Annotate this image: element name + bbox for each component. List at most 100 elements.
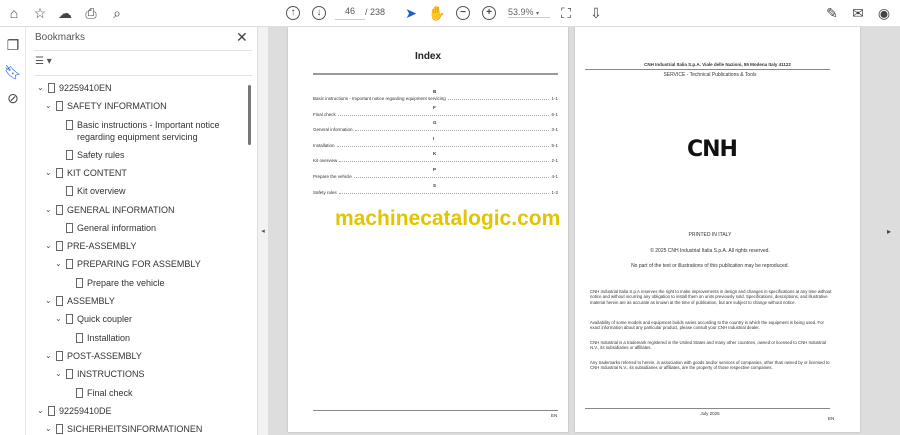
previous-page-button[interactable]: ↑ <box>283 4 303 22</box>
zoom-value: 53.9% <box>508 7 534 17</box>
cover-date: July 2025 <box>700 411 720 416</box>
index-letter: F <box>433 104 436 110</box>
cover-page: CNH Industrial Italia S.p.A. Viale delle… <box>575 27 860 432</box>
attachment-icon[interactable]: ⊘ <box>3 89 23 107</box>
header-rule <box>585 69 830 70</box>
zoom-select[interactable]: 53.9% ▾ <box>508 7 550 18</box>
fit-page-icon[interactable]: ⛶ <box>556 4 576 22</box>
next-page-button[interactable]: ↓ <box>309 4 329 22</box>
bookmark-icon <box>66 119 73 130</box>
footer-rule <box>313 410 558 411</box>
entry-text: Basic instructions - Important notice re… <box>313 96 446 101</box>
bookmark-label: SICHERHEITSINFORMATIONEN <box>67 424 203 435</box>
index-entry[interactable]: Installation 5-1 <box>313 143 558 148</box>
upload-cloud-icon[interactable]: ☁ <box>55 4 75 22</box>
index-entry[interactable]: Safety rules 1-2 <box>313 190 558 195</box>
search-icon[interactable]: ⌕ <box>107 4 127 22</box>
index-letter: P <box>433 167 437 172</box>
bookmark-icon <box>66 222 73 233</box>
bookmark-icon <box>56 204 63 215</box>
toolbar: ⌂ ☆ ☁ ⎙ ⌕ ↑ ↓ 46 / 238 ➤ ✋ − + 53.9% ▾ ⛶… <box>0 0 900 27</box>
entry-page: 4-1 <box>551 174 558 179</box>
chevron-down-icon[interactable]: ⌄ <box>45 100 52 112</box>
bookmark-icon <box>56 424 63 435</box>
bookmark-label: GENERAL INFORMATION <box>67 204 175 215</box>
leader-dots <box>338 190 550 194</box>
side-rail: ❐ 🔖︎ ⊘ <box>0 27 26 435</box>
entry-text: Installation <box>313 142 335 148</box>
cover-header: CNH Industrial Italia S.p.A. Viale delle… <box>644 62 791 67</box>
index-entry[interactable]: Kit overview 2-1 <box>313 158 558 163</box>
bookmark-options-button[interactable]: ☰ ▾ <box>35 56 52 67</box>
bookmark-label: INSTRUCTIONS <box>77 369 145 380</box>
chevron-down-icon[interactable]: ⌄ <box>45 423 52 435</box>
bookmark-icon <box>66 259 73 270</box>
divider <box>34 50 252 51</box>
bookmark-icon <box>66 369 73 380</box>
page-number-input[interactable]: 46 <box>335 6 365 20</box>
panel-title: Bookmarks <box>35 32 86 43</box>
home-icon[interactable]: ⌂ <box>4 4 24 22</box>
chevron-down-icon[interactable]: ⌄ <box>45 167 52 179</box>
zoom-in-button[interactable]: + <box>479 4 499 22</box>
mail-icon[interactable]: ✉ <box>848 4 868 22</box>
bookmark-label: ASSEMBLY <box>67 296 115 306</box>
index-letter: B <box>433 89 437 94</box>
select-cursor-icon[interactable]: ➤ <box>401 4 421 22</box>
account-icon[interactable]: ◉ <box>874 4 894 22</box>
bookmarks-icon[interactable]: 🔖︎ <box>3 63 23 81</box>
entry-page: 1-1 <box>551 96 558 101</box>
hand-tool-icon[interactable]: ✋ <box>427 4 447 22</box>
chevron-down-icon[interactable]: ⌄ <box>45 204 52 216</box>
plus-icon: + <box>482 6 496 20</box>
bookmark-icon <box>56 101 63 112</box>
chevron-down-icon[interactable]: ⌄ <box>55 258 62 270</box>
chevron-down-icon[interactable]: ⌄ <box>55 313 62 325</box>
document-area: Index B Basic instructions - Important no… <box>268 27 900 435</box>
entry-page: 5-1 <box>551 142 558 148</box>
cnh-logo: CNH <box>687 137 738 162</box>
entry-text: General information <box>313 127 353 133</box>
chevron-down-icon[interactable]: ⌄ <box>37 82 44 94</box>
bookmark-label: PRE-ASSEMBLY <box>67 241 137 252</box>
bookmark-icon <box>66 186 73 197</box>
leader-dots <box>354 127 550 132</box>
chevron-down-icon[interactable]: ⌄ <box>55 368 62 380</box>
chevron-down-icon[interactable]: ⌄ <box>37 405 44 417</box>
bookmark-label: Quick coupler <box>77 314 133 325</box>
legal-paragraph: Any trademarks referred to herein, in as… <box>590 360 830 371</box>
zoom-out-button[interactable]: − <box>453 4 473 22</box>
leader-dots <box>353 174 550 178</box>
no-part-notice: No part of the text or illustrations of … <box>631 263 789 269</box>
index-entry[interactable]: Final check 6-1 <box>313 112 558 117</box>
leader-dots <box>337 112 550 116</box>
print-icon[interactable]: ⎙ <box>81 4 101 22</box>
arrow-up-icon: ↑ <box>286 6 300 20</box>
entry-text: Safety rules <box>313 189 337 195</box>
bookmark-star-icon[interactable]: ☆ <box>30 4 50 22</box>
index-entry[interactable]: General information 3-1 <box>313 127 558 132</box>
index-title: Index <box>414 51 442 62</box>
chevron-down-icon[interactable]: ⌄ <box>45 350 52 362</box>
footer-rule <box>585 408 830 409</box>
index-letter: K <box>433 151 437 157</box>
document-bookmark-icon <box>48 83 55 93</box>
bookmark-icon <box>66 314 73 325</box>
chevron-down-icon[interactable]: ⌄ <box>45 240 52 252</box>
divider <box>34 75 252 76</box>
close-icon[interactable]: ✕ <box>236 29 248 46</box>
collapse-panel-button[interactable]: ◂ <box>258 27 268 435</box>
bookmark-label: 92259410EN <box>59 83 112 93</box>
sign-icon[interactable]: ✎ <box>822 4 842 22</box>
next-arrow-icon[interactable]: ▸ <box>879 222 899 240</box>
scroll-mode-icon[interactable]: ⇩ <box>586 4 606 22</box>
bookmark-icon <box>76 332 83 343</box>
panel-scrollbar[interactable] <box>248 85 251 145</box>
page-thumbnails-icon[interactable]: ❐ <box>3 36 23 54</box>
watermark: machinecatalogic.com <box>335 207 561 230</box>
index-entry[interactable]: Prepare the vehicle 4-1 <box>313 174 558 179</box>
chevron-down-icon[interactable]: ⌄ <box>45 295 52 307</box>
bookmark-icon <box>56 241 63 252</box>
bookmark-tree: ⌄ 92259410EN ⌄ SAFETY INFORMATION Basic inst… <box>26 79 248 435</box>
index-entry[interactable]: Basic instructions - Important notice re… <box>313 96 558 101</box>
